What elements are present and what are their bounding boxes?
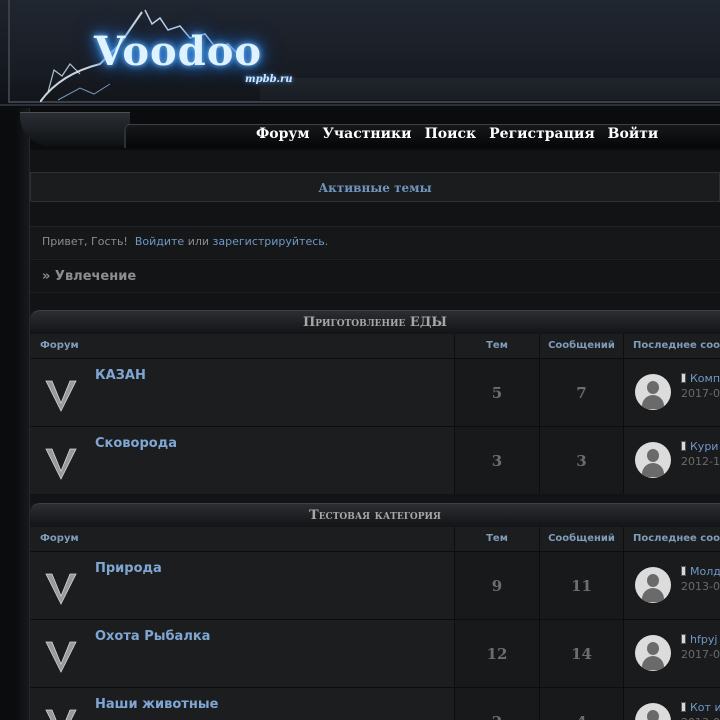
last-post-cell: Комп 2017-0: [624, 359, 720, 426]
col-last-post: Последнее сообщение: [633, 533, 720, 544]
forum-link[interactable]: Охота Рыбалка: [95, 629, 210, 644]
last-post-date: 2017-0: [681, 387, 720, 400]
topics-count: 12: [455, 620, 540, 687]
topic-icon: [681, 634, 686, 644]
col-posts: Сообщений: [540, 334, 624, 358]
forum-row: Сковорода 3 3 Кури 2012-1: [30, 426, 720, 494]
logo-text: Voodoo: [94, 28, 263, 75]
forum-cell: Сковорода: [30, 427, 455, 494]
nav-register[interactable]: Регистрация: [489, 126, 595, 146]
topic-icon: [681, 566, 686, 576]
or-text: или: [187, 235, 210, 248]
category-header: Тестовая категория: [30, 503, 720, 527]
breadcrumb-label[interactable]: » Увлечение: [42, 269, 136, 284]
last-topic-link[interactable]: Комп: [681, 372, 720, 385]
left-border: [14, 108, 30, 720]
avatar: [635, 374, 671, 410]
forum-row: КАЗАН 5 7 Комп 2017-0: [30, 358, 720, 426]
last-post-cell: Молд 2013-0: [624, 552, 720, 619]
last-post-date: 2012-1: [681, 455, 720, 468]
nav-links: Форум Участники Поиск Регистрация Войти: [256, 126, 671, 146]
category-test: Тестовая категория Форум Тем Сообщений П…: [30, 503, 720, 720]
forum-link[interactable]: Сковорода: [95, 436, 177, 451]
last-post-date: 2013-0: [681, 716, 720, 720]
column-headers: Форум Тем Сообщений Последнее сообщение: [30, 527, 720, 551]
forum-cell: Природа: [30, 552, 455, 619]
posts-count: 14: [540, 620, 624, 687]
posts-count: 3: [540, 427, 624, 494]
forum-row: Охота Рыбалка 12 14 hfpyj 2017-0: [30, 619, 720, 687]
topics-count: 2: [455, 688, 540, 720]
banner-strip: [260, 78, 720, 100]
last-topic-title: hfpyj: [690, 633, 718, 646]
col-last-post: Последнее сообщение: [633, 340, 720, 351]
last-topic-link[interactable]: Кури: [681, 440, 718, 453]
topic-icon: [681, 441, 686, 451]
topics-count: 5: [455, 359, 540, 426]
breadcrumb: » Увлечение: [30, 259, 720, 293]
nav-search[interactable]: Поиск: [425, 126, 477, 146]
avatar: [635, 635, 671, 671]
category-title[interactable]: Тестовая категория: [309, 508, 441, 523]
greeting-text: Привет, Гость!: [42, 235, 128, 248]
last-topic-link[interactable]: Молд: [681, 565, 720, 578]
nav-members[interactable]: Участники: [323, 126, 412, 146]
logo-subtitle: mpbb.ru: [245, 74, 293, 85]
col-topics: Тем: [455, 334, 540, 358]
voodoo-v-icon: [45, 448, 77, 480]
last-topic-title: Кот и: [690, 701, 720, 714]
topic-icon: [681, 702, 686, 712]
period-text: .: [324, 235, 329, 248]
last-topic-title: Молд: [690, 565, 720, 578]
posts-count: 4: [540, 688, 624, 720]
avatar: [635, 703, 671, 720]
avatar: [635, 442, 671, 478]
nav-forum[interactable]: Форум: [256, 126, 310, 146]
welcome-bar: Привет, Гость! Войдите или зарегистрируй…: [30, 226, 720, 258]
category-header: Приготовление ЕДЫ: [30, 310, 720, 334]
forum-link[interactable]: Наши животные: [95, 697, 218, 712]
category-title[interactable]: Приготовление ЕДЫ: [303, 315, 447, 330]
posts-count: 11: [540, 552, 624, 619]
voodoo-v-icon: [45, 709, 77, 720]
forum-cell: КАЗАН: [30, 359, 455, 426]
forum-link[interactable]: Природа: [95, 561, 162, 576]
last-post-cell: Кот и 2013-0: [624, 688, 720, 720]
last-post-date: 2017-0: [681, 648, 720, 661]
topics-count: 3: [455, 427, 540, 494]
last-topic-link[interactable]: Кот и: [681, 701, 720, 714]
site-logo[interactable]: Voodoo mpbb.ru: [40, 4, 293, 102]
voodoo-v-icon: [45, 641, 77, 673]
voodoo-v-icon: [45, 380, 77, 412]
last-post-cell: Кури 2012-1: [624, 427, 720, 494]
col-forum: Форум: [30, 527, 455, 551]
col-forum: Форум: [30, 334, 455, 358]
forum-row: Наши животные 2 4 Кот и 2013-0: [30, 687, 720, 720]
topic-icon: [681, 373, 686, 383]
last-post-date: 2013-0: [681, 580, 720, 593]
last-post-cell: hfpyj 2017-0: [624, 620, 720, 687]
avatar: [635, 567, 671, 603]
forum-cell: Наши животные: [30, 688, 455, 720]
last-topic-link[interactable]: hfpyj: [681, 633, 717, 646]
col-topics: Тем: [455, 527, 540, 551]
col-posts: Сообщений: [540, 527, 624, 551]
category-cooking: Приготовление ЕДЫ Форум Тем Сообщений По…: [30, 310, 720, 494]
forum-cell: Охота Рыбалка: [30, 620, 455, 687]
forum-row: Природа 9 11 Молд 2013-0: [30, 551, 720, 619]
last-topic-title: Комп: [690, 372, 720, 385]
forum-link[interactable]: КАЗАН: [95, 368, 146, 383]
active-topics-link[interactable]: Активные темы: [318, 181, 431, 195]
column-headers: Форум Тем Сообщений Последнее сообщение: [30, 334, 720, 358]
active-topics-box: Активные темы: [30, 172, 720, 202]
nav-login[interactable]: Войти: [608, 126, 659, 146]
topics-count: 9: [455, 552, 540, 619]
header-banner: Voodoo mpbb.ru: [0, 0, 720, 106]
nav-wing: [20, 112, 130, 146]
register-link[interactable]: зарегистрируйтесь: [213, 235, 325, 248]
login-link[interactable]: Войдите: [135, 235, 184, 248]
posts-count: 7: [540, 359, 624, 426]
last-topic-title: Кури: [690, 440, 719, 453]
voodoo-v-icon: [45, 573, 77, 605]
